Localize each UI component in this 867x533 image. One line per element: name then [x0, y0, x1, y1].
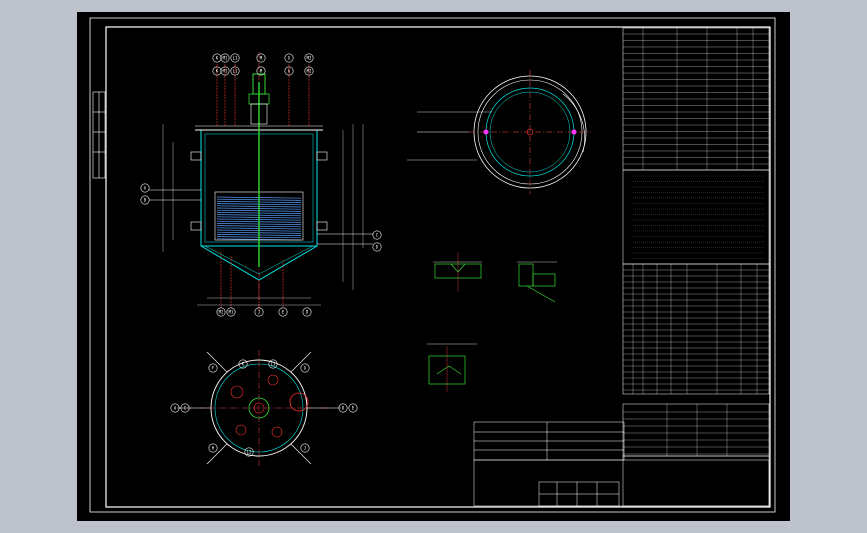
cad-drawing-sheet: K K M1 M1 L1 L1 M M G G M2 M2 M2 M1 J E D AB CD ACDEFGH…	[77, 12, 790, 521]
svg-text:K: K	[216, 69, 219, 74]
plan-tag: J	[300, 443, 310, 453]
nozzle-tag: E	[278, 307, 288, 317]
nozzle-tag: L1	[230, 53, 240, 63]
svg-text:M: M	[260, 69, 263, 74]
svg-text:K: K	[216, 56, 219, 61]
nozzle-tag: A	[140, 183, 150, 193]
svg-text:M1: M1	[223, 69, 228, 74]
detail-view-i	[433, 252, 482, 292]
detail-view-iii	[427, 343, 477, 392]
top-view-ring	[407, 70, 591, 194]
drawing-svg: KKM1M1L1L1MMGGM2M2 M2 M1 J E D AB CD A C D EF GH…	[89, 17, 776, 513]
svg-text:F: F	[212, 366, 215, 371]
svg-text:D: D	[342, 406, 345, 411]
svg-text:D: D	[376, 245, 379, 250]
title-block	[473, 421, 770, 507]
plan-tag: E	[348, 403, 358, 413]
svg-text:L1: L1	[233, 56, 238, 61]
svg-text:A: A	[144, 186, 147, 191]
svg-text:J: J	[304, 446, 306, 451]
svg-text:M2: M2	[219, 310, 224, 315]
nozzle-tag: D	[302, 307, 312, 317]
svg-text:M: M	[260, 56, 263, 61]
svg-text:G: G	[304, 366, 307, 371]
svg-text:E: E	[282, 310, 285, 315]
svg-text:H: H	[212, 446, 215, 451]
nozzle-tags-top: K K M1 M1 L1 L1 M M G G M2 M2	[212, 53, 314, 76]
nozzle-tag: B	[140, 195, 150, 205]
plan-tag: G	[300, 363, 310, 373]
vessel-elevation	[149, 52, 373, 312]
svg-text:D: D	[306, 310, 309, 315]
nozzle-tag: K	[212, 53, 222, 63]
nozzle-tags-side-right: CD	[372, 230, 382, 252]
svg-text:L1: L1	[233, 69, 238, 74]
nozzle-tag: J	[254, 307, 264, 317]
svg-text:L1: L1	[271, 362, 276, 367]
nozzle-tags-side-left: AB	[140, 183, 150, 205]
svg-text:E: E	[352, 406, 355, 411]
svg-text:G: G	[288, 69, 291, 74]
svg-text:C: C	[376, 233, 379, 238]
svg-text:M2: M2	[307, 56, 312, 61]
svg-text:G: G	[288, 56, 291, 61]
nozzle-tag: D	[372, 242, 382, 252]
nozzle-tag: M1	[220, 53, 230, 63]
svg-text:B: B	[144, 198, 147, 203]
svg-text:J: J	[258, 310, 260, 315]
nozzle-tag: C	[372, 230, 382, 240]
binding-strip	[92, 91, 106, 179]
nozzle-tag: G	[284, 53, 294, 63]
svg-text:A: A	[174, 406, 177, 411]
svg-text:M2: M2	[307, 69, 312, 74]
svg-text:L2: L2	[247, 450, 252, 455]
detail-view-ii	[517, 261, 557, 303]
outer-border	[89, 17, 776, 513]
nozzle-tag: M	[256, 53, 266, 63]
svg-text:M1: M1	[223, 56, 228, 61]
svg-text:M1: M1	[229, 310, 234, 315]
nozzle-tag: M2	[216, 307, 226, 317]
plan-tag: F	[208, 363, 218, 373]
plan-view	[177, 350, 341, 466]
plan-tag: L1	[268, 359, 278, 369]
plan-tag: H	[208, 443, 218, 453]
nozzle-tags-bottom: M2 M1 J E D	[216, 307, 312, 317]
nozzle-tag: M2	[304, 53, 314, 63]
nozzle-tag: M1	[226, 307, 236, 317]
